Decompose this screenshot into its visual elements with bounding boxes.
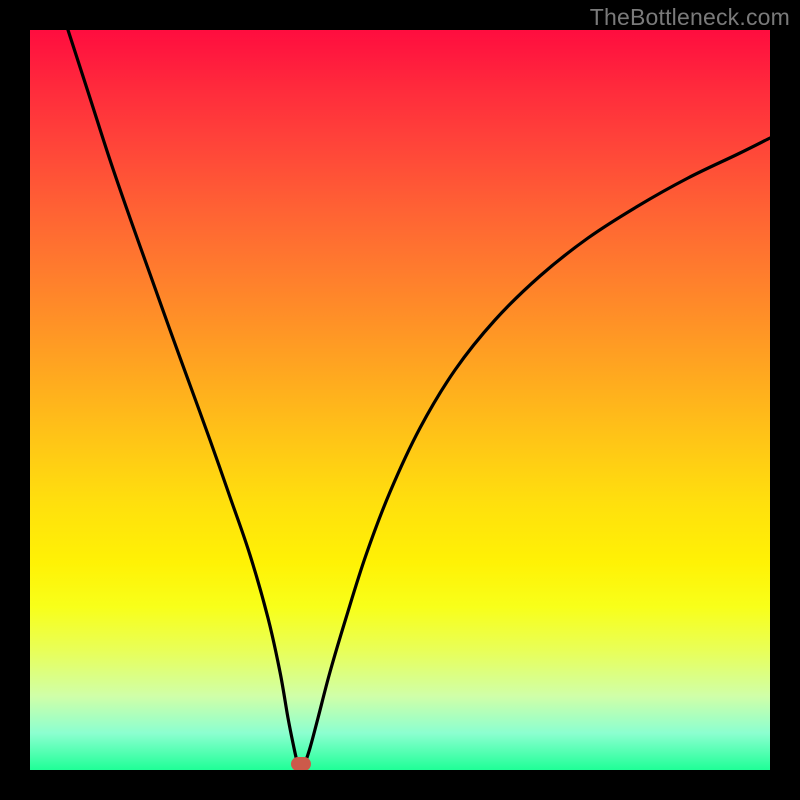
chart-frame: TheBottleneck.com <box>0 0 800 800</box>
curve-right-branch <box>304 138 770 766</box>
curve-layer <box>30 30 770 770</box>
watermark-text: TheBottleneck.com <box>590 4 790 31</box>
curve-left-branch <box>68 30 298 766</box>
minimum-marker <box>291 757 311 770</box>
plot-area <box>30 30 770 770</box>
